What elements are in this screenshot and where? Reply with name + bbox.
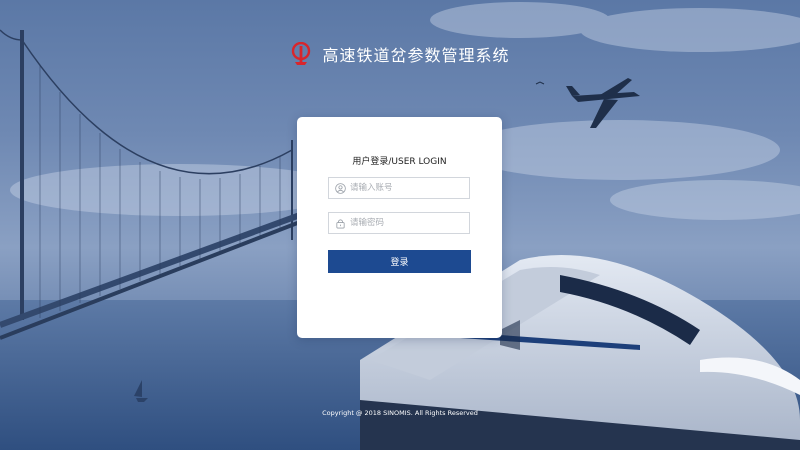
login-card: 用户登录/USER LOGIN 登录: [297, 117, 502, 338]
app-title: 高速铁道岔参数管理系统: [322, 46, 510, 65]
lock-icon: [336, 218, 345, 228]
copyright-text: Copyright @ 2018 SINOMIS. All Rights Res…: [322, 409, 478, 417]
password-field[interactable]: [328, 212, 470, 234]
bird: [535, 81, 545, 85]
username-field[interactable]: [328, 177, 470, 199]
login-button[interactable]: 登录: [328, 250, 471, 273]
login-page: 高速铁道岔参数管理系统 用户登录/USER LOGIN 登录 Copyright…: [0, 0, 800, 450]
login-title: 用户登录/USER LOGIN: [352, 157, 447, 167]
password-input[interactable]: [350, 214, 462, 232]
brand-header: 高速铁道岔参数管理系统: [0, 42, 800, 66]
username-input[interactable]: [350, 179, 462, 197]
user-icon: [335, 182, 346, 194]
railway-logo-icon: [292, 42, 311, 65]
